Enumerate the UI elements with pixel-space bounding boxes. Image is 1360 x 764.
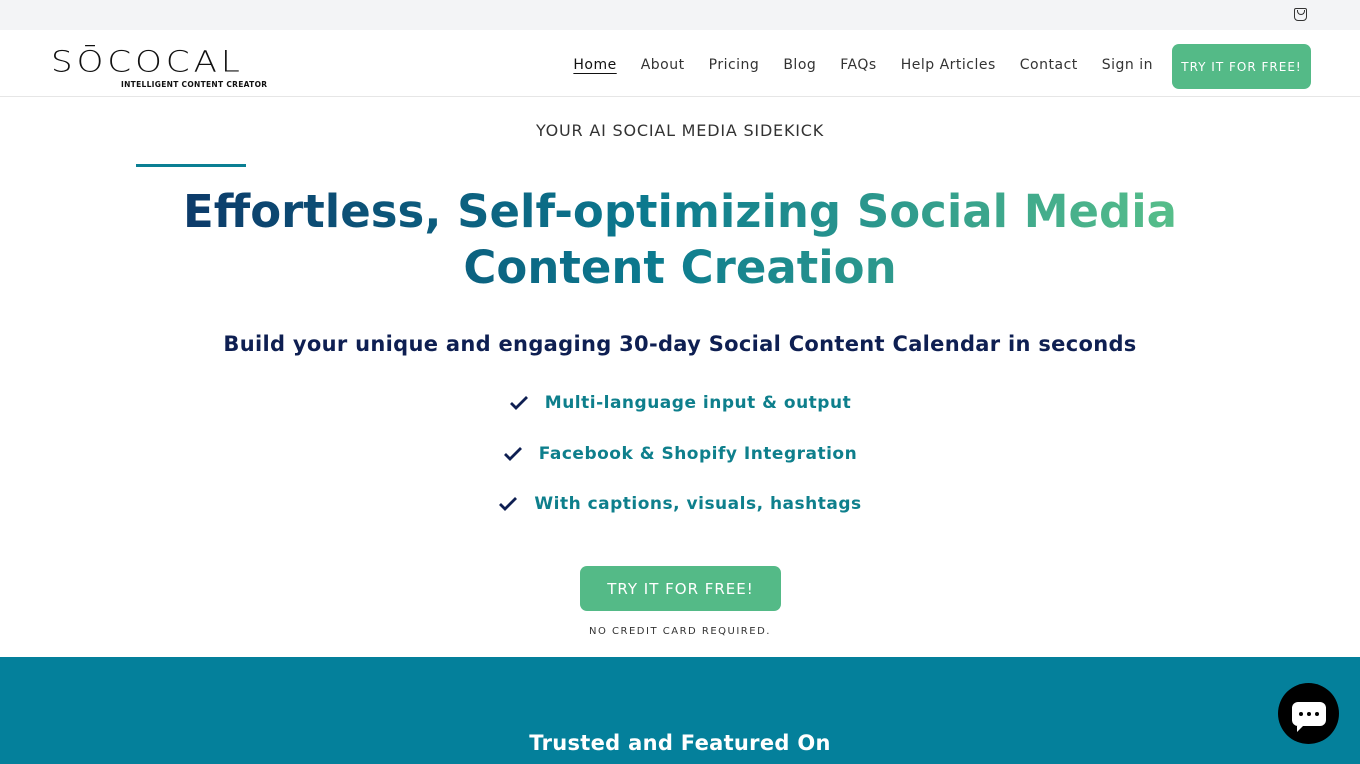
chat-bubble-icon (1291, 701, 1326, 732)
divider (136, 164, 246, 167)
hero-eyebrow: YOUR AI SOCIAL MEDIA SIDEKICK (535, 121, 825, 140)
hero-try-free-button[interactable]: TRY IT FOR FREE! (580, 566, 781, 611)
check-icon (499, 497, 518, 511)
nav-about[interactable]: About (641, 57, 685, 73)
nav-home[interactable]: Home (573, 57, 616, 73)
feature-item: Multi-language input & output (0, 393, 1360, 413)
hero-title: Effortless, Self-optimizing Social Media… (100, 184, 1260, 296)
trusted-title: Trusted and Featured On (529, 731, 831, 755)
no-credit-card-note: NO CREDIT CARD REQUIRED. (589, 626, 771, 637)
chat-button[interactable] (1278, 683, 1339, 744)
logo[interactable]: SŌCOCAL INTELLIGENT CONTENT CREATOR (51, 42, 267, 89)
nav-blog[interactable]: Blog (783, 57, 816, 73)
logo-text: SŌCOCAL (51, 45, 244, 79)
feature-item: Facebook & Shopify Integration (0, 444, 1360, 464)
nav-contact[interactable]: Contact (1020, 57, 1078, 73)
site-header: SŌCOCAL INTELLIGENT CONTENT CREATOR Home… (0, 30, 1360, 97)
header-try-free-button[interactable]: TRY IT FOR FREE! (1172, 44, 1311, 89)
check-icon (509, 396, 528, 410)
feature-label: Facebook & Shopify Integration (538, 444, 858, 464)
nav-pricing[interactable]: Pricing (709, 57, 760, 73)
feature-item: With captions, visuals, hashtags (0, 494, 1360, 514)
nav-faqs[interactable]: FAQs (840, 57, 876, 73)
hero-subtitle: Build your unique and engaging 30-day So… (223, 332, 1137, 356)
shopping-bag-icon[interactable] (1294, 8, 1307, 21)
announcement-bar (0, 0, 1360, 30)
nav-sign-in[interactable]: Sign in (1102, 57, 1153, 73)
nav-help-articles[interactable]: Help Articles (901, 57, 996, 73)
main-nav: Home About Pricing Blog FAQs Help Articl… (573, 57, 1153, 73)
feature-label: With captions, visuals, hashtags (534, 494, 862, 514)
trusted-section: Trusted and Featured On (0, 657, 1360, 764)
logo-tagline: INTELLIGENT CONTENT CREATOR (121, 80, 268, 89)
check-icon (503, 447, 522, 461)
feature-label: Multi-language input & output (544, 393, 852, 413)
